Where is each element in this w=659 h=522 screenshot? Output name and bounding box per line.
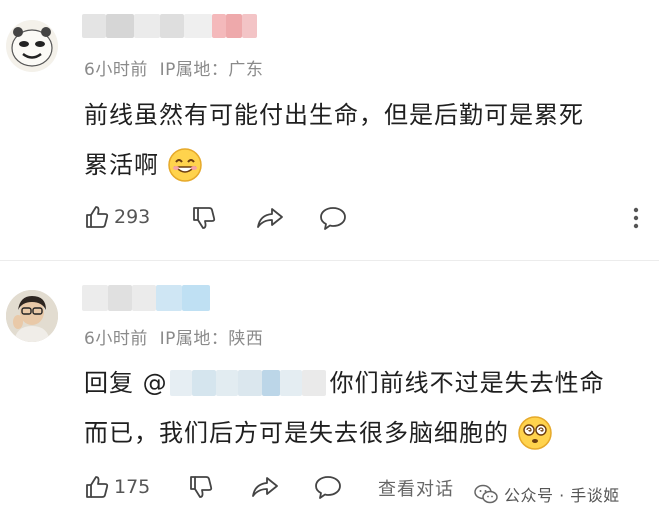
comment-divider (0, 260, 659, 261)
avatar[interactable] (6, 20, 58, 72)
comment-meta: 6小时前 IP属地：广东 (84, 60, 264, 80)
reply-text-rest: 你们前线不过是失去性命 (329, 369, 605, 397)
username-redacted[interactable] (82, 14, 257, 38)
share-button[interactable] (255, 205, 285, 231)
share-icon (252, 477, 278, 497)
comment-icon (320, 207, 346, 230)
comment-text-line2-text: 累活啊 (84, 151, 159, 179)
mentioned-user-redacted[interactable] (169, 370, 326, 396)
dazed-emoji-icon (517, 415, 553, 451)
share-button[interactable] (250, 474, 280, 500)
comment-icon (315, 476, 341, 499)
dislike-button[interactable] (188, 474, 214, 500)
like-count: 175 (114, 476, 151, 498)
grin-emoji-icon (167, 147, 203, 183)
reply-text-line2: 而已，我们后方可是失去很多脑细胞的 (84, 407, 553, 459)
like-icon (86, 476, 109, 498)
like-icon (86, 206, 109, 228)
dislike-button[interactable] (191, 205, 217, 231)
view-dialog-link[interactable]: 查看对话 (378, 475, 454, 501)
user-photo-icon (6, 290, 58, 342)
username-redacted[interactable] (82, 285, 212, 311)
reply-text-line1: 回复 @ 你们前线不过是失去性命 (84, 357, 605, 409)
comment-text-line1: 前线虽然有可能付出生命，但是后勤可是累死 (84, 101, 584, 129)
wechat-icon (474, 484, 498, 504)
comment-meta: 6小时前 IP属地：陕西 (84, 329, 264, 349)
meme-face-icon (6, 20, 58, 72)
dislike-icon (193, 207, 216, 229)
dislike-icon (190, 476, 213, 498)
like-count: 293 (114, 206, 151, 228)
reply-button[interactable] (318, 205, 348, 231)
like-button[interactable]: 175 (84, 474, 150, 500)
reply-button[interactable] (313, 474, 343, 500)
like-button[interactable]: 293 (84, 204, 150, 230)
reply-text-line2-text: 而已，我们后方可是失去很多脑细胞的 (84, 419, 509, 447)
share-icon (257, 208, 283, 228)
more-options-button[interactable] (630, 205, 642, 231)
more-icon (633, 207, 639, 229)
watermark-text: 公众号 · 手谈姬 (504, 486, 620, 505)
reply-prefix: 回复 @ (84, 369, 168, 397)
watermark: 公众号 · 手谈姬 (474, 482, 620, 506)
avatar[interactable] (6, 290, 58, 342)
comment-text-line2: 累活啊 (84, 139, 203, 191)
